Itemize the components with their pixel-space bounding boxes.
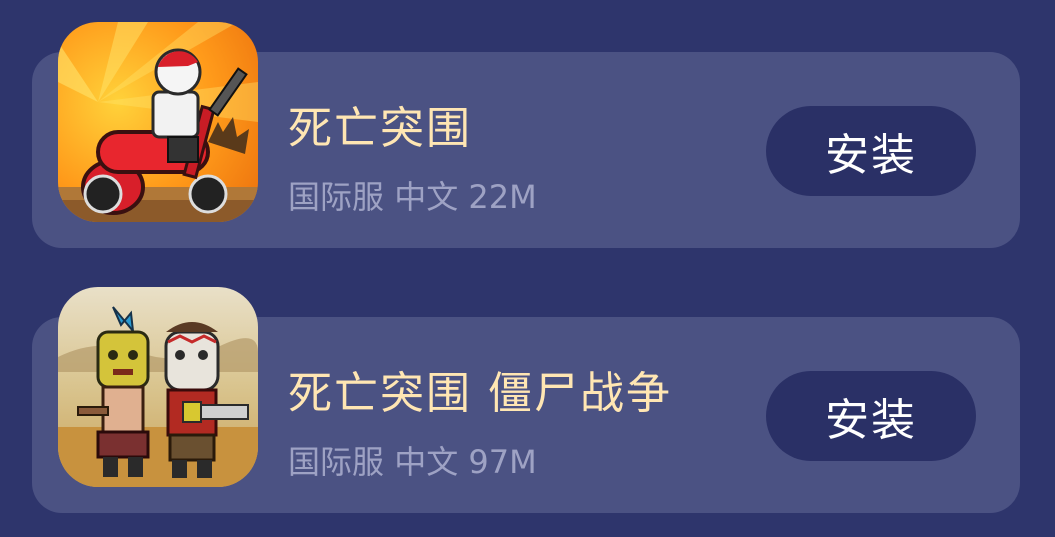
app-title[interactable]: 死亡突围 (288, 92, 472, 156)
size-label: 22M (468, 178, 537, 216)
install-button[interactable]: 安装 (766, 371, 976, 461)
app-meta: 国际服 中文 97M (288, 437, 537, 483)
game-list: 死亡突围 国际服 中文 22M 安装 死亡突围 僵尸战争 国际服 中文 97M … (0, 0, 1055, 537)
install-button[interactable]: 安装 (766, 106, 976, 196)
region-label: 国际服 (288, 443, 385, 481)
language-label: 中文 (394, 178, 459, 216)
app-title[interactable]: 死亡突围 僵尸战争 (288, 357, 672, 421)
masked-survivors-game-icon[interactable] (58, 287, 258, 487)
size-label: 97M (468, 443, 537, 481)
biker-with-gun-game-icon[interactable] (58, 22, 258, 222)
language-label: 中文 (394, 443, 459, 481)
region-label: 国际服 (288, 178, 385, 216)
app-meta: 国际服 中文 22M (288, 172, 537, 218)
